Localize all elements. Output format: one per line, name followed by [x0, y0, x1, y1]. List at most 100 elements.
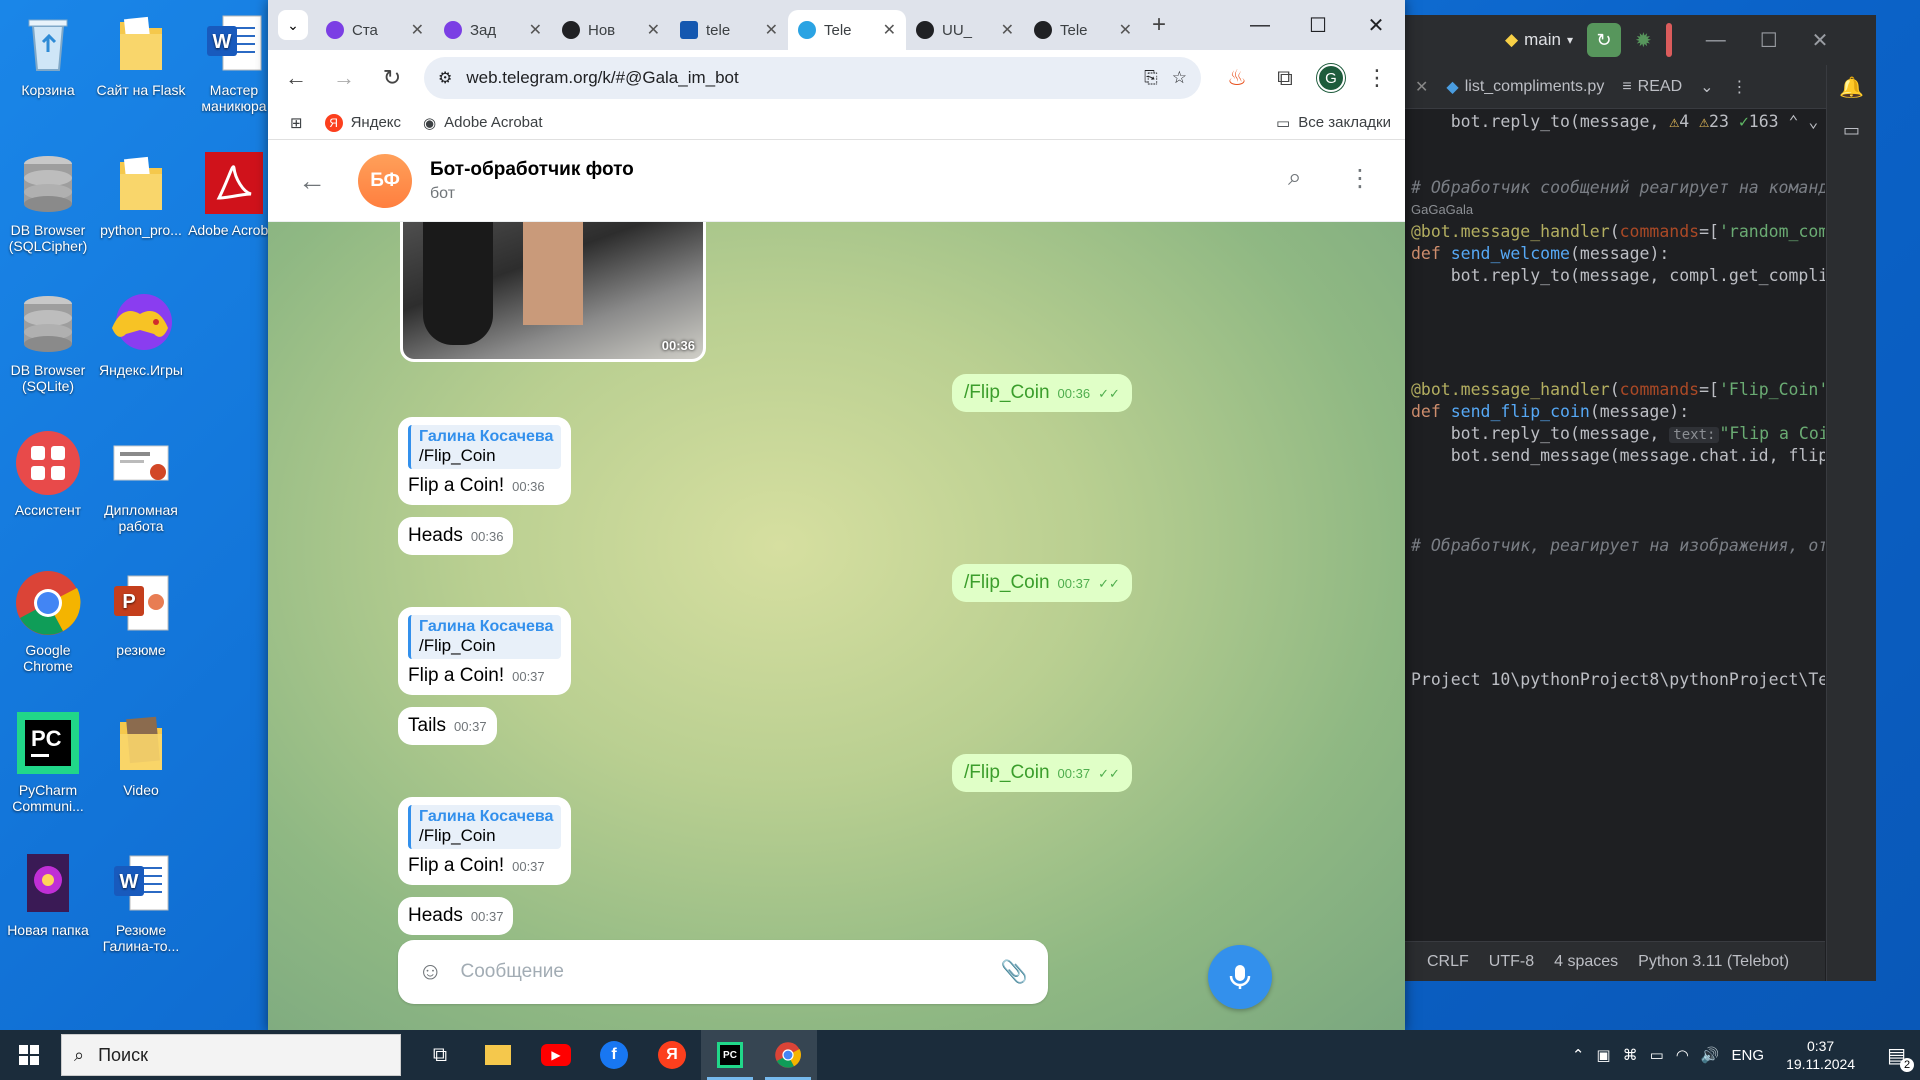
extensions-puzzle-icon[interactable]: ⧉: [1269, 62, 1301, 94]
yandex-taskbar[interactable]: Я: [643, 1030, 701, 1080]
search-icon[interactable]: ⌕: [1288, 164, 1301, 192]
device-icon[interactable]: ▣: [1596, 1046, 1610, 1064]
new-tab-button[interactable]: +: [1152, 11, 1166, 39]
close-button[interactable]: ✕: [1347, 0, 1405, 50]
reload-icon[interactable]: ↻: [376, 62, 408, 94]
flask-site-folder[interactable]: Сайт на Flask: [95, 8, 187, 98]
clock[interactable]: 0:37 19.11.2024: [1786, 1037, 1855, 1073]
close-tab-icon[interactable]: ✕: [1415, 77, 1428, 97]
outgoing-message[interactable]: /Flip_Coin 00:37 ✓✓: [952, 754, 1132, 792]
chat-title-block[interactable]: Бот-обработчик фото бот: [430, 159, 634, 203]
new-folder-shortcut[interactable]: Новая папка: [2, 848, 94, 938]
close-tab-icon[interactable]: ✕: [529, 20, 542, 40]
db-browser-sqlcipher-shortcut[interactable]: DB Browser (SQLCipher): [2, 148, 94, 254]
address-bar[interactable]: ⚙ web.telegram.org/k/#@Gala_im_bot ⎘ ☆: [424, 57, 1201, 99]
close-button[interactable]: ✕: [1812, 28, 1829, 53]
apps-grid-icon[interactable]: ⊞: [290, 114, 303, 132]
yandex-games-shortcut[interactable]: Яндекс.Игры: [95, 288, 187, 378]
code-editor[interactable]: bot.reply_to(message, ⚠4 ⚠23 ✓163 ⌃ ⌄ # …: [1405, 109, 1825, 939]
wifi-icon[interactable]: ◠: [1676, 1046, 1689, 1064]
assistant-shortcut[interactable]: Ассистент: [2, 428, 94, 518]
file-explorer-taskbar[interactable]: [469, 1030, 527, 1080]
volume-icon[interactable]: 🔊: [1701, 1046, 1720, 1064]
bookmark-yandex[interactable]: Я Яндекс: [324, 113, 401, 132]
maximize-button[interactable]: ☐: [1289, 0, 1347, 50]
attach-paperclip-icon[interactable]: 📎: [1001, 959, 1028, 985]
incoming-message[interactable]: Heads 00:36: [398, 517, 514, 555]
diploma-presentation[interactable]: Дипломная работа: [95, 428, 187, 534]
editor-tab-readme[interactable]: ≡ READ: [1622, 78, 1682, 96]
url-text[interactable]: web.telegram.org/k/#@Gala_im_bot: [466, 68, 1130, 88]
branch-selector[interactable]: ◆ main ▾: [1505, 30, 1573, 50]
close-tab-icon[interactable]: ✕: [1001, 20, 1014, 40]
indent-status[interactable]: 4 spaces: [1554, 953, 1618, 971]
more-vert-icon[interactable]: ⋮: [1348, 164, 1372, 193]
google-chrome-shortcut[interactable]: Google Chrome: [2, 568, 94, 674]
voice-record-button[interactable]: [1208, 945, 1272, 1009]
browser-tab[interactable]: Ста ✕: [316, 10, 434, 50]
close-tab-icon[interactable]: ✕: [1119, 20, 1132, 40]
debug-icon[interactable]: ✹: [1635, 28, 1652, 53]
facebook-taskbar[interactable]: f: [585, 1030, 643, 1080]
pycharm-shortcut[interactable]: PC PyCharm Communi...: [2, 708, 94, 814]
minimize-button[interactable]: —: [1231, 0, 1289, 50]
close-tab-icon[interactable]: ✕: [883, 20, 896, 40]
incoming-message[interactable]: Tails 00:37: [398, 707, 497, 745]
close-tab-icon[interactable]: ✕: [647, 20, 660, 40]
python-pro-folder[interactable]: python_pro...: [95, 148, 187, 238]
incoming-message[interactable]: Галина Косачева/Flip_Coin Flip a Coin! 00…: [398, 607, 572, 695]
adobe-acrobat-shortcut[interactable]: Adobe Acrobat: [188, 148, 280, 238]
more-vert-icon[interactable]: ⋮: [1361, 62, 1393, 94]
bookmark-star-icon[interactable]: ☆: [1172, 68, 1187, 88]
reply-quote[interactable]: Галина Косачева/Flip_Coin: [408, 425, 562, 469]
close-tab-icon[interactable]: ✕: [765, 20, 778, 40]
youtube-taskbar[interactable]: ▶: [527, 1030, 585, 1080]
message-input[interactable]: [460, 961, 983, 983]
notifications-icon[interactable]: 🔔: [1827, 75, 1876, 100]
encoding-status[interactable]: UTF-8: [1489, 953, 1534, 971]
language-indicator[interactable]: ENG: [1732, 1047, 1765, 1064]
maximize-button[interactable]: ☐: [1760, 28, 1778, 53]
chrome-window[interactable]: ⌄ Ста ✕ Зад ✕ Нов ✕ tele ✕ Tele ✕ UU_ ✕ Tele ✕ …: [268, 0, 1405, 1032]
reply-quote[interactable]: Галина Косачева/Flip_Coin: [408, 805, 562, 849]
word-doc-manicure[interactable]: W Мастер маникюра: [188, 8, 280, 114]
more-vert-icon[interactable]: ⋮: [1732, 77, 1748, 97]
browser-tab-active[interactable]: Tele ✕: [788, 10, 906, 50]
recycle-bin-shortcut[interactable]: Корзина: [2, 8, 94, 98]
emoji-icon[interactable]: ☺: [418, 958, 443, 986]
browser-tab[interactable]: Tele ✕: [1024, 10, 1142, 50]
chrome-taskbar[interactable]: [759, 1030, 817, 1080]
stop-indicator[interactable]: [1665, 23, 1672, 57]
start-button[interactable]: [0, 1030, 58, 1080]
battery-icon[interactable]: ▭: [1650, 1046, 1664, 1064]
resume-word-doc[interactable]: W Резюме Галина-то...: [95, 848, 187, 954]
chat-messages[interactable]: 00:36 /Flip_Coin 00:36 ✓✓ Галина Косачева /…: [268, 222, 1405, 1032]
outgoing-message[interactable]: /Flip_Coin 00:36 ✓✓: [952, 374, 1132, 412]
tab-search-button[interactable]: ⌄: [278, 10, 308, 40]
browser-tab[interactable]: Зад ✕: [434, 10, 552, 50]
back-arrow-icon[interactable]: ←: [280, 62, 312, 94]
run-button[interactable]: ↻: [1586, 23, 1621, 57]
tabs-dropdown-icon[interactable]: ⌄: [1700, 77, 1713, 97]
all-bookmarks[interactable]: ▭ Все закладки: [1276, 114, 1391, 132]
network-status-icon[interactable]: ⌘: [1623, 1046, 1638, 1064]
pycharm-window[interactable]: ◆ main ▾ ↻ ✹ — ☐ ✕ ✕ ◆ list_compliments.…: [1405, 15, 1876, 981]
taskbar-search[interactable]: ⌕ Поиск: [61, 1034, 401, 1076]
bookmark-adobe-acrobat[interactable]: ◉ Adobe Acrobat: [423, 114, 543, 132]
video-folder[interactable]: Video: [95, 708, 187, 798]
chat-avatar[interactable]: БФ: [358, 153, 412, 208]
minimize-button[interactable]: —: [1706, 29, 1726, 52]
resume-powerpoint[interactable]: P резюме: [95, 568, 187, 658]
photo-message[interactable]: 00:36: [400, 222, 706, 362]
interpreter-status[interactable]: Python 3.11 (Telebot): [1638, 953, 1789, 971]
pycharm-taskbar[interactable]: PC: [701, 1030, 759, 1080]
close-tab-icon[interactable]: ✕: [411, 20, 424, 40]
db-browser-sqlite-shortcut[interactable]: DB Browser (SQLite): [2, 288, 94, 394]
install-app-icon[interactable]: ⎘: [1144, 68, 1158, 88]
incoming-message[interactable]: Галина Косачева/Flip_Coin Flip a Coin! 00…: [398, 797, 572, 885]
site-info-icon[interactable]: ⚙: [438, 68, 452, 88]
profile-avatar[interactable]: G: [1317, 64, 1345, 92]
incoming-message[interactable]: Галина Косачева/Flip_Coin Flip a Coin! 00…: [398, 417, 572, 505]
browser-tab[interactable]: tele ✕: [670, 10, 788, 50]
database-tool-icon[interactable]: ▭: [1827, 120, 1876, 141]
